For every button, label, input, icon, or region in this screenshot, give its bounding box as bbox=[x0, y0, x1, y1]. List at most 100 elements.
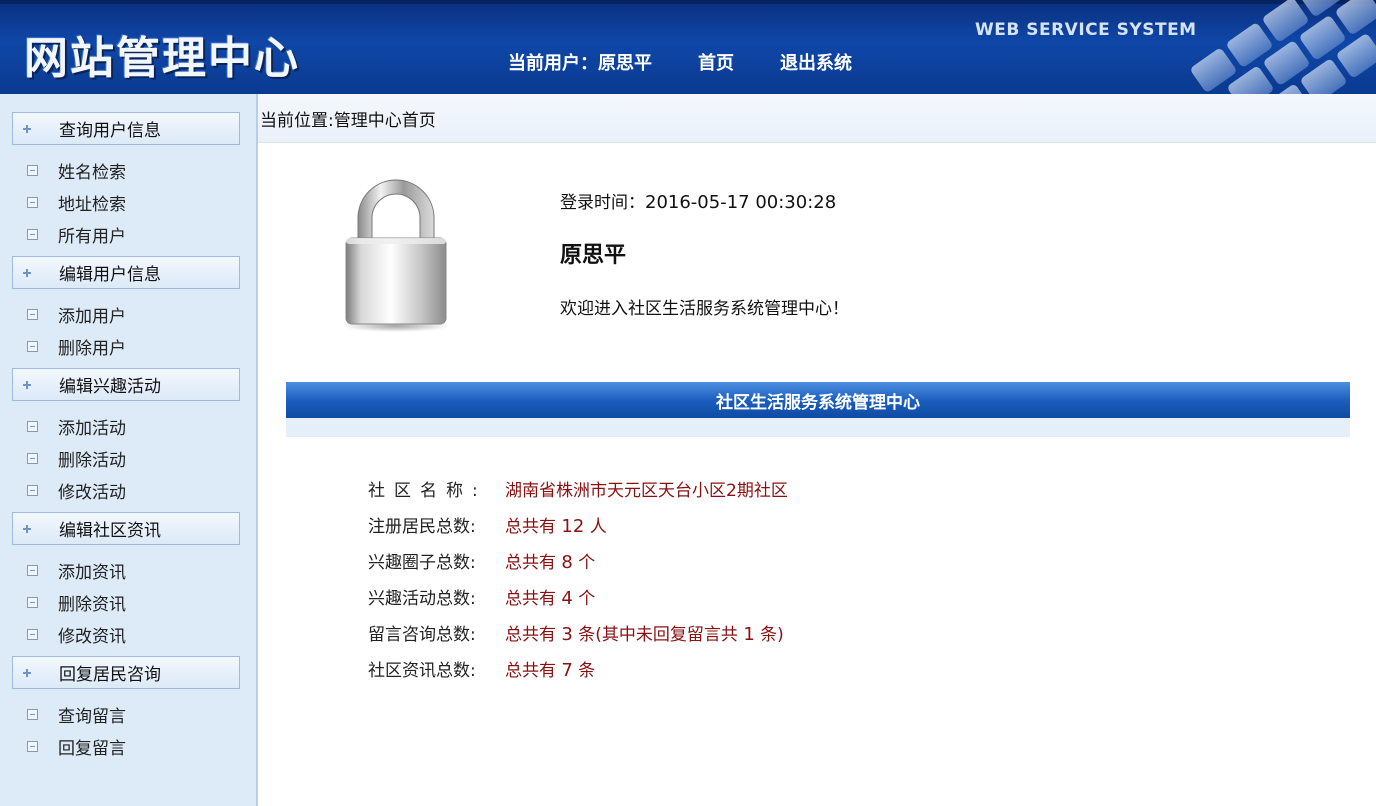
stat-value-suffix: 条) bbox=[754, 624, 784, 645]
stat-row-news: 社区资讯总数: 总共有 7 条 bbox=[368, 654, 595, 682]
sidebar-section-edit-news[interactable]: 编辑社区资讯 bbox=[12, 512, 240, 545]
stat-value-prefix: 总共有 bbox=[505, 552, 562, 573]
sidebar-item-address-search[interactable]: 地址检索 bbox=[27, 190, 126, 215]
stat-row-residents: 注册居民总数: 总共有 12 人 bbox=[368, 510, 607, 538]
sidebar-item-label: 删除用户 bbox=[58, 338, 126, 359]
sidebar-item-label: 回复留言 bbox=[58, 738, 126, 759]
plus-icon bbox=[22, 524, 32, 534]
sidebar-item-label: 删除资讯 bbox=[58, 594, 126, 615]
sidebar-item-add-activity[interactable]: 添加活动 bbox=[27, 414, 126, 439]
bullet-icon bbox=[27, 340, 38, 352]
stat-count: 8 bbox=[561, 551, 573, 573]
bullet-icon bbox=[27, 484, 38, 496]
stat-count: 3 bbox=[561, 623, 573, 645]
sidebar-item-delete-activity[interactable]: 删除活动 bbox=[27, 446, 126, 471]
stat-unreplied-count: 1 bbox=[743, 623, 755, 645]
panel-subbar bbox=[286, 418, 1350, 437]
stat-label: 兴趣活动总数: bbox=[368, 588, 476, 609]
sidebar-item-label: 查询留言 bbox=[58, 706, 126, 727]
sidebar-section-edit-users[interactable]: 编辑用户信息 bbox=[12, 256, 240, 289]
top-nav: 当前用户： 原思平 首页 退出系统 bbox=[508, 50, 852, 74]
sidebar-item-query-messages[interactable]: 查询留言 bbox=[27, 702, 126, 727]
welcome-user-name: 原思平 bbox=[560, 242, 627, 268]
plus-icon bbox=[22, 668, 32, 678]
stat-count: 7 bbox=[561, 659, 573, 681]
stat-row-activities: 兴趣活动总数: 总共有 4 个 bbox=[368, 582, 595, 610]
stat-value: 总共有 4 个 bbox=[505, 584, 595, 609]
sidebar-section-label: 编辑社区资讯 bbox=[59, 521, 161, 541]
sidebar-item-label: 姓名检索 bbox=[58, 162, 126, 183]
sidebar-item-reply-messages[interactable]: 回复留言 bbox=[27, 734, 126, 759]
sidebar-item-delete-news[interactable]: 删除资讯 bbox=[27, 590, 126, 615]
nav-logout-link[interactable]: 退出系统 bbox=[780, 49, 852, 75]
stat-row-community: 社区名称: 湖南省株洲市天元区天台小区2期社区 bbox=[368, 474, 788, 502]
sidebar-item-label: 所有用户 bbox=[58, 226, 126, 247]
stat-value-suffix: 个 bbox=[572, 588, 596, 609]
stat-value: 总共有 7 条 bbox=[505, 656, 595, 681]
breadcrumb-text: 当前位置:管理中心首页 bbox=[260, 110, 436, 131]
sidebar-item-delete-user[interactable]: 删除用户 bbox=[27, 334, 126, 359]
sidebar-section-label: 编辑兴趣活动 bbox=[59, 377, 161, 397]
stat-label: 留言咨询总数: bbox=[368, 624, 476, 645]
stat-value: 湖南省株洲市天元区天台小区2期社区 bbox=[505, 480, 788, 501]
login-time-label: 登录时间： bbox=[560, 193, 645, 213]
stat-value: 总共有 8 个 bbox=[505, 548, 595, 573]
bullet-icon bbox=[27, 596, 38, 608]
sidebar-item-label: 修改活动 bbox=[58, 482, 126, 503]
bullet-icon bbox=[27, 308, 38, 320]
bullet-icon bbox=[27, 164, 38, 176]
stat-value-suffix: 人 bbox=[584, 516, 607, 537]
sidebar-item-label: 添加活动 bbox=[58, 418, 126, 439]
plus-icon bbox=[22, 268, 32, 278]
bullet-icon bbox=[27, 452, 38, 464]
bullet-icon bbox=[27, 564, 38, 576]
panel-title-bar: 社区生活服务系统管理中心 bbox=[286, 382, 1350, 418]
sidebar-section-edit-activities[interactable]: 编辑兴趣活动 bbox=[12, 368, 240, 401]
bullet-icon bbox=[27, 196, 38, 208]
sidebar-item-add-user[interactable]: 添加用户 bbox=[27, 302, 126, 327]
stat-value-prefix: 总共有 bbox=[505, 624, 562, 645]
lock-icon bbox=[342, 179, 450, 332]
plus-icon bbox=[22, 124, 32, 134]
sidebar-item-label: 添加资讯 bbox=[58, 562, 126, 583]
stat-value-prefix: 总共有 bbox=[505, 660, 562, 681]
sidebar-section-query-users[interactable]: 查询用户信息 bbox=[12, 112, 240, 145]
site-logo: 网站管理中心 bbox=[24, 33, 300, 84]
bullet-icon bbox=[27, 628, 38, 640]
sidebar-item-all-users[interactable]: 所有用户 bbox=[27, 222, 126, 247]
sidebar-item-label: 地址检索 bbox=[58, 194, 126, 215]
sidebar-item-label: 修改资讯 bbox=[58, 626, 126, 647]
sidebar-item-edit-news[interactable]: 修改资讯 bbox=[27, 622, 126, 647]
stat-label: 社区名称: bbox=[368, 480, 487, 501]
sidebar-item-label: 添加用户 bbox=[58, 306, 126, 327]
stat-count: 4 bbox=[561, 587, 573, 609]
current-user-label: 当前用户： bbox=[508, 53, 598, 74]
login-time-value: 2016-05-17 00:30:28 bbox=[645, 192, 837, 213]
stat-value: 总共有 3 条(其中未回复留言共 1 条) bbox=[505, 620, 784, 645]
sidebar-item-name-search[interactable]: 姓名检索 bbox=[27, 158, 126, 183]
sidebar-section-label: 编辑用户信息 bbox=[59, 265, 161, 285]
stat-row-circles: 兴趣圈子总数: 总共有 8 个 bbox=[368, 546, 595, 574]
stat-value-suffix: 条 bbox=[572, 660, 596, 681]
sidebar-section-reply-consultations[interactable]: 回复居民咨询 bbox=[12, 656, 240, 689]
sidebar-item-label: 删除活动 bbox=[58, 450, 126, 471]
nav-home-link[interactable]: 首页 bbox=[698, 49, 734, 75]
stat-value-prefix: 总共有 bbox=[505, 516, 562, 537]
sidebar-item-edit-activity[interactable]: 修改活动 bbox=[27, 478, 126, 503]
current-user-name: 原思平 bbox=[598, 53, 652, 74]
bullet-icon bbox=[27, 740, 38, 752]
stat-label: 社区资讯总数: bbox=[368, 660, 476, 681]
sidebar-section-label: 查询用户信息 bbox=[59, 121, 161, 141]
bullet-icon bbox=[27, 420, 38, 432]
panel-title: 社区生活服务系统管理中心 bbox=[716, 392, 920, 413]
login-time: 登录时间：2016-05-17 00:30:28 bbox=[560, 188, 836, 213]
header: 网站管理中心 当前用户： 原思平 首页 退出系统 WEB SERVICE SYS… bbox=[0, 0, 1376, 94]
stat-value: 总共有 12 人 bbox=[505, 512, 607, 537]
stat-value-suffix: 个 bbox=[572, 552, 596, 573]
sidebar-item-add-news[interactable]: 添加资讯 bbox=[27, 558, 126, 583]
bullet-icon bbox=[27, 228, 38, 240]
keyboard-decoration-icon bbox=[1191, 0, 1376, 94]
plus-icon bbox=[22, 380, 32, 390]
stat-label: 注册居民总数: bbox=[368, 516, 476, 537]
sidebar-section-label: 回复居民咨询 bbox=[59, 665, 161, 685]
